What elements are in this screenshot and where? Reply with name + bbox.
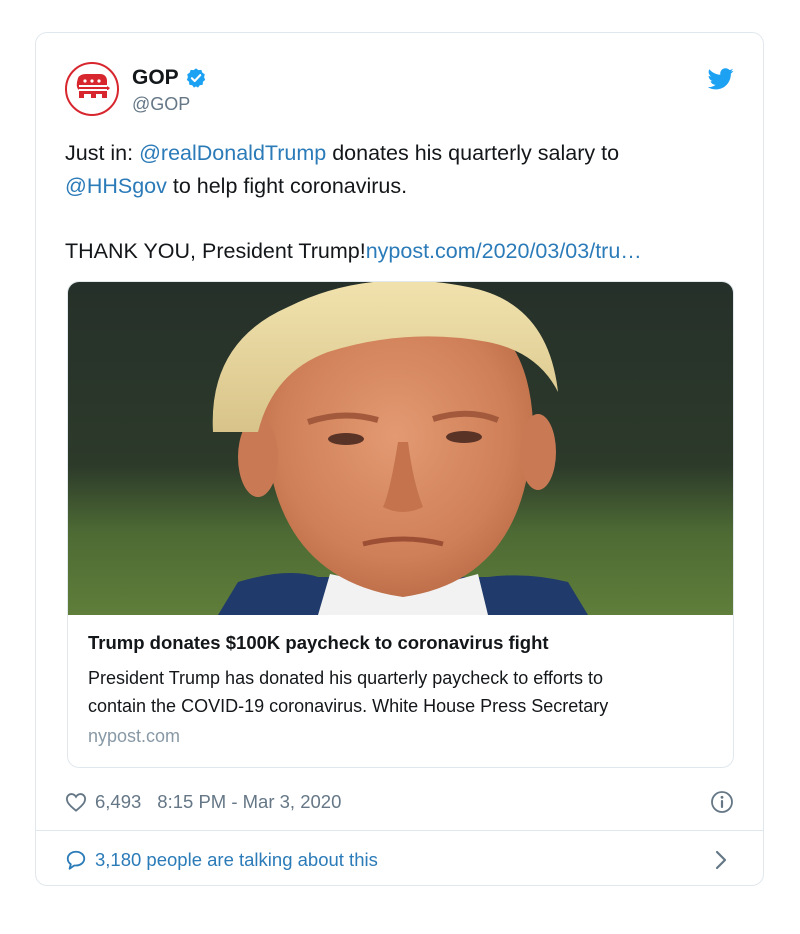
tweet-line-2: @HHSgov to help fight coronavirus. bbox=[65, 170, 725, 203]
author-handle[interactable]: @GOP bbox=[132, 94, 190, 115]
heart-icon[interactable] bbox=[65, 792, 87, 812]
conversation-label[interactable]: 3,180 people are talking about this bbox=[95, 849, 378, 871]
gop-elephant-logo bbox=[76, 74, 110, 98]
article-photo[interactable] bbox=[68, 282, 734, 615]
twitter-bird-icon[interactable] bbox=[708, 68, 734, 90]
author-name-row: GOP bbox=[132, 66, 207, 90]
info-icon[interactable] bbox=[710, 790, 734, 814]
description-line: President Trump has donated his quarterl… bbox=[88, 668, 603, 688]
description-line: contain the COVID-19 coronavirus. White … bbox=[88, 696, 609, 716]
speech-bubble-icon bbox=[66, 850, 86, 870]
mention-link[interactable]: @realDonaldTrump bbox=[139, 141, 326, 165]
link-preview-description: President Trump has donated his quarterl… bbox=[88, 664, 713, 720]
tweet-text-segment: donates his quarterly salary to bbox=[326, 141, 620, 165]
url-link[interactable]: nypost.com/2020/03/03/tru… bbox=[366, 239, 642, 263]
conversation-link[interactable]: 3,180 people are talking about this bbox=[65, 845, 734, 875]
link-preview-title[interactable]: Trump donates $100K paycheck to coronavi… bbox=[88, 632, 713, 654]
tweet-footer: 6,493 8:15 PM - Mar 3, 2020 bbox=[65, 787, 734, 817]
tweet-embed-card: GOP @GOP Just in: @realDonaldTrump donat… bbox=[35, 32, 764, 886]
tweet-text-segment: Just in: bbox=[65, 141, 140, 165]
tweet-line-3: THANK YOU, President Trump!nypost.com/20… bbox=[65, 235, 725, 268]
mention-link[interactable]: @HHSgov bbox=[65, 174, 167, 198]
link-preview-card[interactable]: Trump donates $100K paycheck to coronavi… bbox=[67, 281, 734, 768]
tweet-header: GOP @GOP bbox=[65, 62, 734, 122]
author-name[interactable]: GOP bbox=[132, 66, 179, 90]
tweet-line-1: Just in: @realDonaldTrump donates his qu… bbox=[65, 137, 725, 170]
tweet-text-segment: to help fight coronavirus. bbox=[166, 174, 408, 198]
avatar[interactable] bbox=[65, 62, 119, 116]
chevron-right-icon[interactable] bbox=[714, 849, 728, 871]
like-count[interactable]: 6,493 bbox=[95, 791, 141, 813]
tweet-timestamp[interactable]: 8:15 PM - Mar 3, 2020 bbox=[157, 791, 341, 813]
divider bbox=[36, 830, 763, 831]
link-preview-domain: nypost.com bbox=[88, 726, 181, 746]
link-preview-meta: Trump donates $100K paycheck to coronavi… bbox=[88, 632, 713, 747]
tweet-text: Just in: @realDonaldTrump donates his qu… bbox=[65, 137, 725, 268]
tweet-text-segment: THANK YOU, President Trump! bbox=[65, 239, 366, 263]
verified-badge-icon bbox=[186, 68, 205, 88]
